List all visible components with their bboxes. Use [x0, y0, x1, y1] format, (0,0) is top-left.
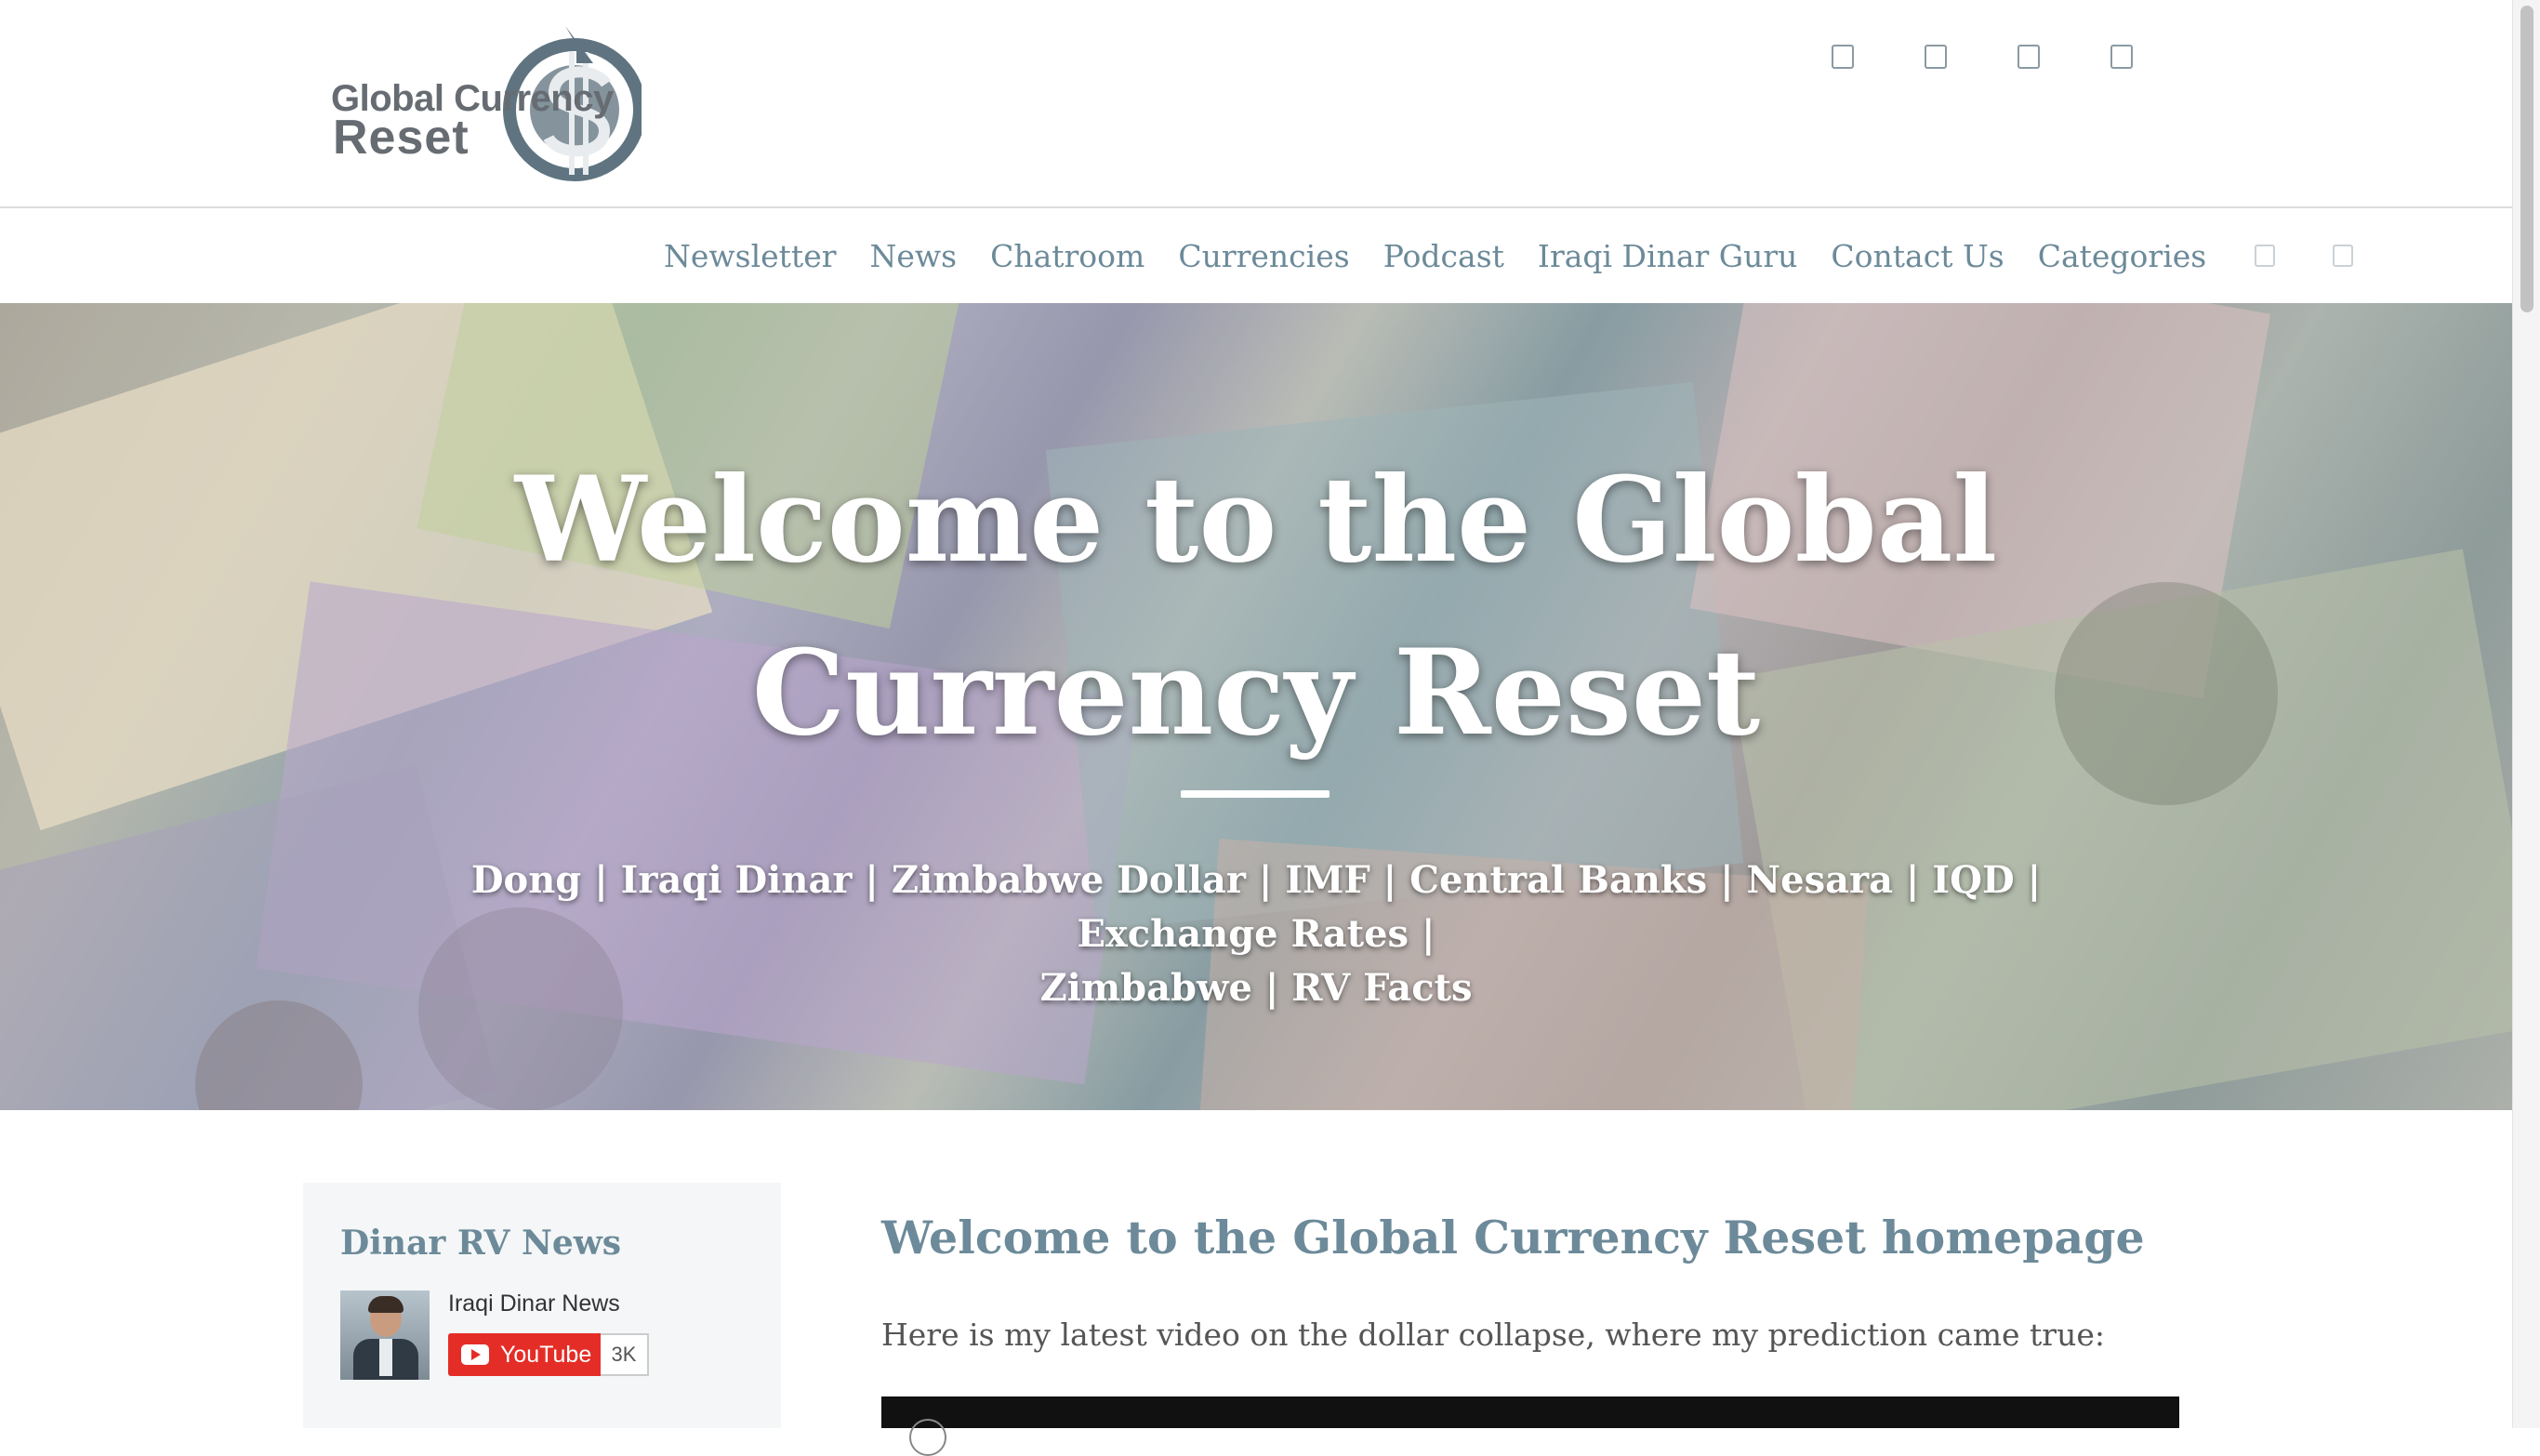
nav-item-categories[interactable]: Categories: [2038, 238, 2207, 274]
sidebar-widget-title: Dinar RV News: [340, 1224, 622, 1263]
social-links: [1832, 45, 2133, 69]
nav-item-chatroom[interactable]: Chatroom: [990, 238, 1144, 274]
video-channel-icon: [909, 1419, 946, 1456]
site-header: Global Currency Reset: [0, 0, 2512, 208]
hero-subtitle-line-2: Zimbabwe | RV Facts: [1039, 966, 1473, 1010]
sidebar-widget-dinar-rv-news: Dinar RV News Iraqi Dinar News YouTube 3…: [303, 1183, 781, 1428]
social-icon-3[interactable]: [2017, 45, 2040, 69]
subscriber-count: 3K: [601, 1333, 649, 1376]
social-icon-4[interactable]: [2110, 45, 2133, 69]
channel-avatar[interactable]: [340, 1291, 430, 1380]
embedded-video[interactable]: [881, 1396, 2179, 1456]
nav-item-contact-us[interactable]: Contact Us: [1831, 238, 2004, 274]
hero-title-line-2: Currency Reset: [751, 624, 1761, 761]
social-icon-2[interactable]: [1925, 45, 1947, 69]
nav-item-iraqi-dinar-guru[interactable]: Iraqi Dinar Guru: [1538, 238, 1798, 274]
intro-text: Here is my latest video on the dollar co…: [881, 1317, 2105, 1353]
hero-title: Welcome to the Global Currency Reset: [0, 433, 2512, 779]
hero-banner: Welcome to the Global Currency Reset Don…: [0, 303, 2512, 1110]
main-navigation: Newsletter News Chatroom Currencies Podc…: [0, 208, 2512, 303]
scrollbar-thumb[interactable]: [2520, 6, 2533, 312]
youtube-label: YouTube: [500, 1341, 592, 1368]
menu-icon[interactable]: [2333, 245, 2354, 267]
page-title: Welcome to the Global Currency Reset hom…: [881, 1211, 2145, 1264]
search-icon[interactable]: [2255, 245, 2276, 267]
nav-item-currencies[interactable]: Currencies: [1178, 238, 1349, 274]
hero-subtitle-line-1: Dong | Iraqi Dinar | Zimbabwe Dollar | I…: [470, 858, 2042, 956]
nav-item-newsletter[interactable]: Newsletter: [664, 238, 837, 274]
hero-subtitle: Dong | Iraqi Dinar | Zimbabwe Dollar | I…: [390, 854, 2122, 1015]
hero-title-line-1: Welcome to the Global: [514, 451, 1998, 589]
social-icon-1[interactable]: [1832, 45, 1854, 69]
site-logo[interactable]: Global Currency Reset: [325, 26, 642, 184]
nav-item-news[interactable]: News: [870, 238, 958, 274]
hero-divider: [1181, 790, 1330, 798]
logo-text-reset: Reset: [333, 111, 470, 165]
channel-name[interactable]: Iraqi Dinar News: [448, 1291, 620, 1317]
nav-item-podcast[interactable]: Podcast: [1383, 238, 1504, 274]
youtube-play-icon: [461, 1344, 489, 1365]
page-scrollbar[interactable]: [2512, 0, 2540, 1428]
youtube-subscribe-button[interactable]: YouTube: [448, 1333, 601, 1376]
